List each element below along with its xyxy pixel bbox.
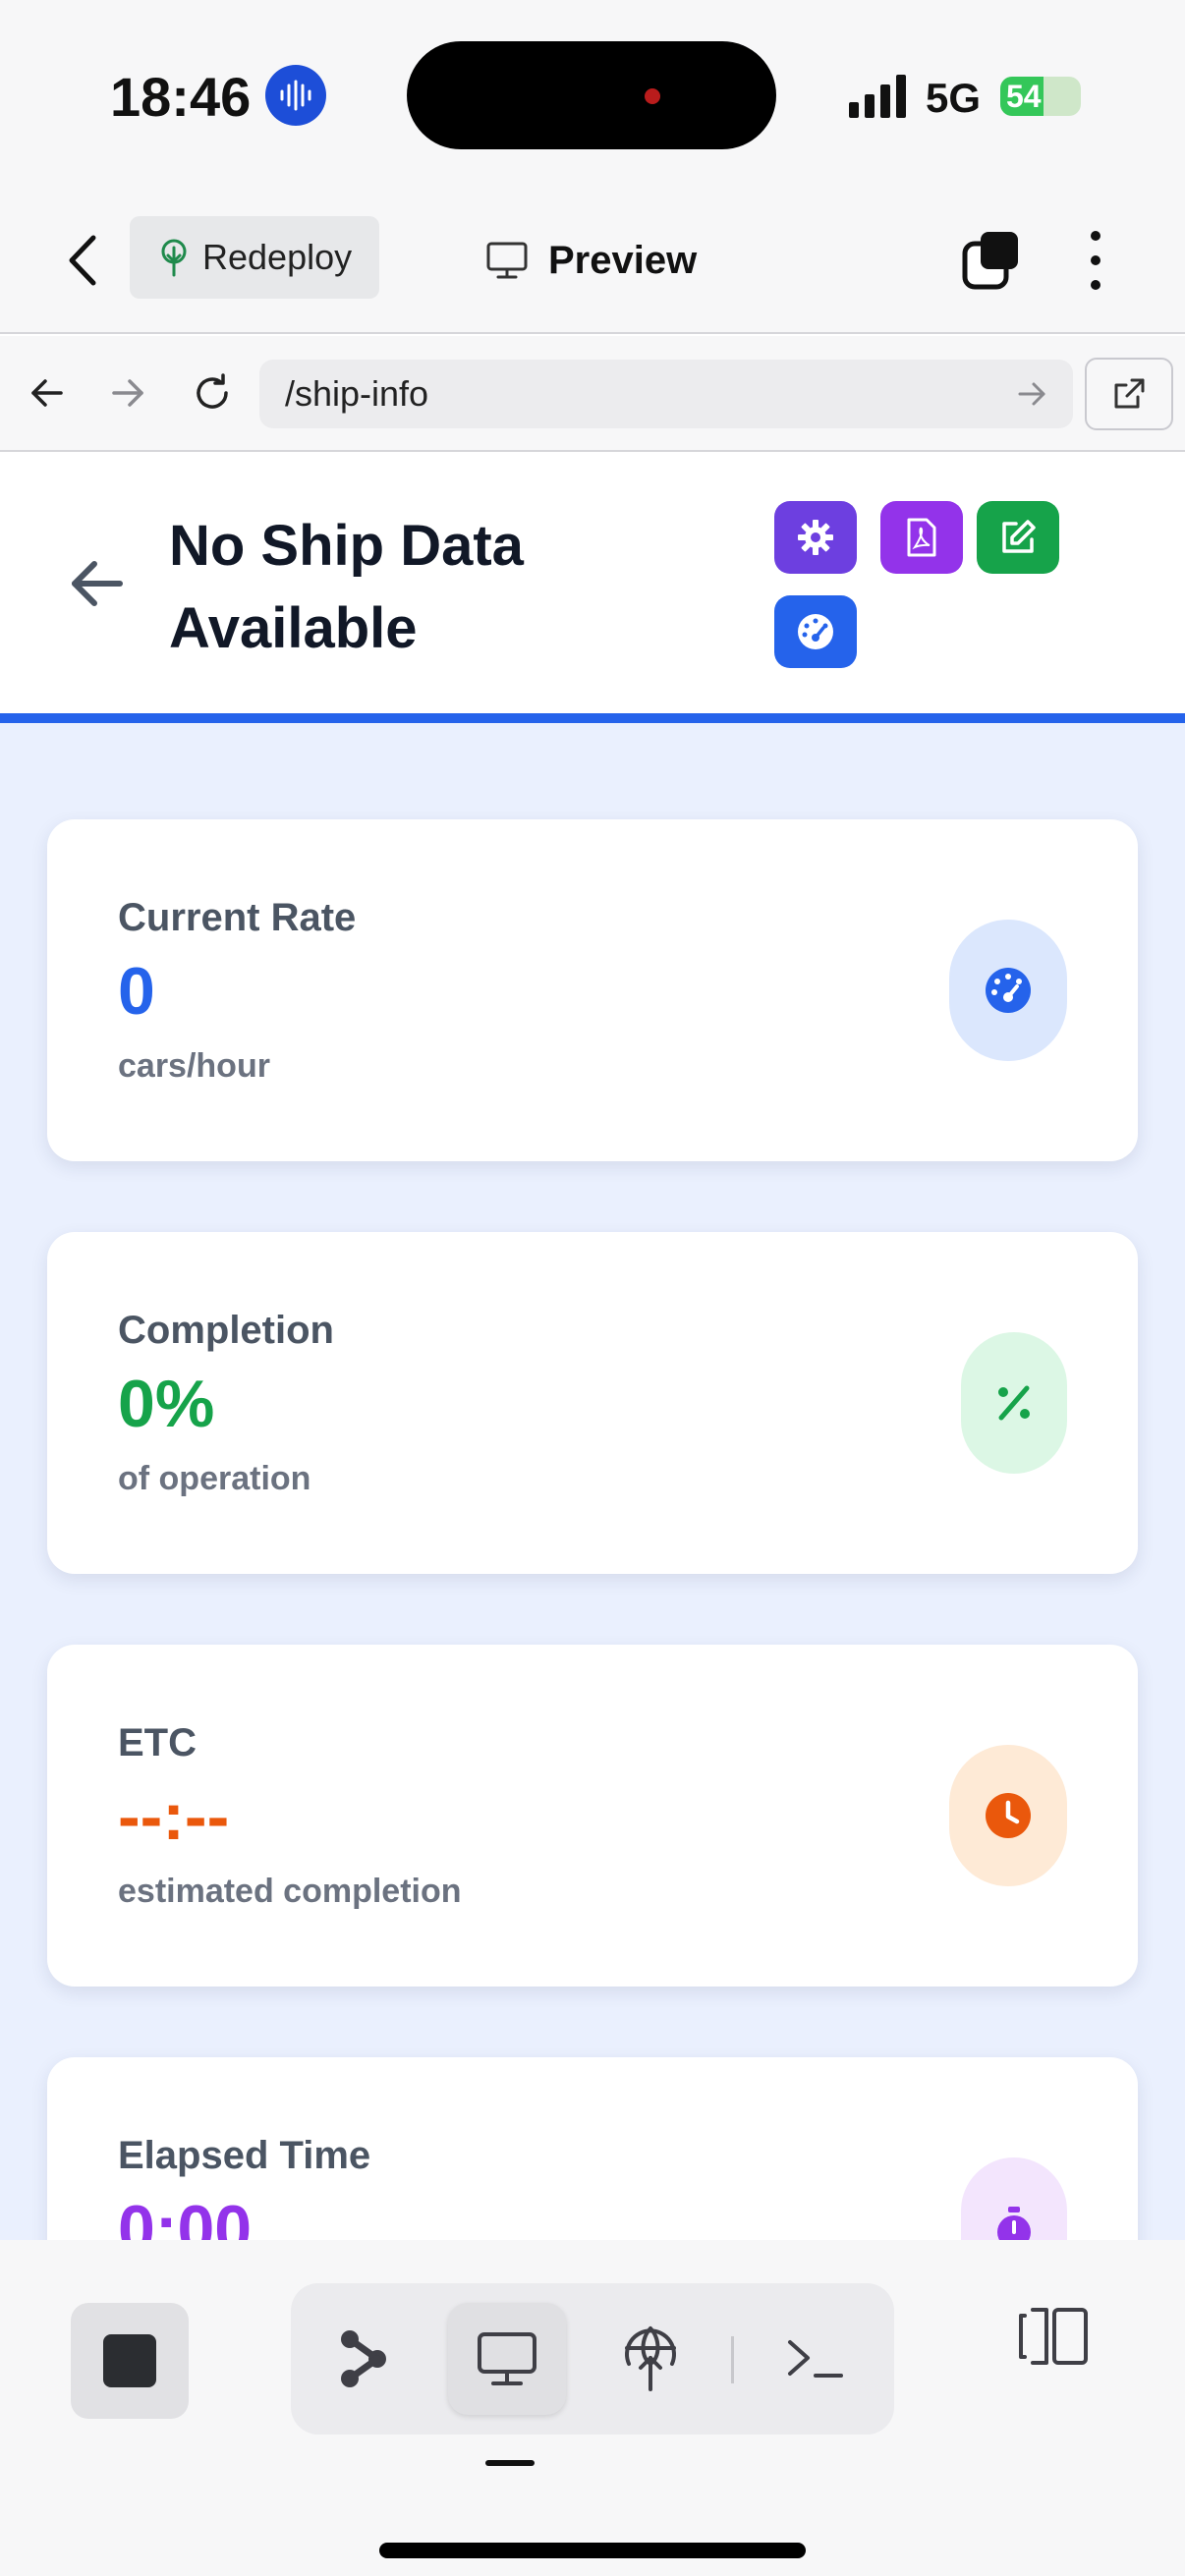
open-external-button[interactable] xyxy=(1085,358,1173,430)
reload-icon[interactable] xyxy=(185,365,240,420)
split-view-icon xyxy=(1019,2308,1088,2365)
card-icon-badge xyxy=(949,1745,1067,1886)
card-subtext: of operation xyxy=(118,1460,311,1497)
home-indicator[interactable] xyxy=(379,2543,806,2558)
signal-icon xyxy=(849,75,906,118)
stop-icon xyxy=(103,2334,156,2387)
status-bar: 18:46 5G 54 xyxy=(0,0,1185,187)
card-icon-badge xyxy=(949,920,1067,1061)
active-indicator xyxy=(485,2460,535,2466)
dashboard-button[interactable] xyxy=(774,595,857,668)
url-bar[interactable]: /ship-info xyxy=(259,360,1073,428)
elapsed-time-card: Elapsed Time 0:00 xyxy=(47,2057,1138,2240)
card-value: --:-- xyxy=(118,1779,230,1854)
browser-forward-icon[interactable] xyxy=(100,365,155,420)
preview-label: Preview xyxy=(548,238,698,282)
current-rate-card: Current Rate 0 cars/hour xyxy=(47,819,1138,1161)
header-accent-bar xyxy=(0,713,1185,723)
card-icon-badge xyxy=(961,2157,1067,2240)
segment-divider xyxy=(731,2336,734,2383)
preview-tab[interactable]: Preview xyxy=(485,226,697,295)
view-switcher xyxy=(291,2283,894,2435)
page-header: No Ship Data Available xyxy=(0,454,1185,713)
go-arrow-icon[interactable] xyxy=(1014,375,1051,413)
gear-icon xyxy=(798,520,833,555)
battery-icon: 54 xyxy=(1000,77,1081,116)
voice-activity-icon xyxy=(265,65,326,126)
branch-icon xyxy=(341,2330,386,2387)
redeploy-button[interactable]: Redeploy xyxy=(130,216,379,299)
card-subtext: cars/hour xyxy=(118,1047,270,1085)
shell-button[interactable] xyxy=(757,2303,875,2415)
url-text: /ship-info xyxy=(285,373,429,414)
monitor-icon xyxy=(478,2332,536,2385)
gauge-icon xyxy=(986,968,1031,1013)
pdf-icon xyxy=(907,518,936,557)
tabs-icon[interactable] xyxy=(961,230,1022,291)
browser-back-icon[interactable] xyxy=(20,365,75,420)
card-label: Elapsed Time xyxy=(118,2134,371,2177)
edit-icon xyxy=(1002,520,1036,553)
etc-card: ETC --:-- estimated completion xyxy=(47,1645,1138,1987)
card-label: Completion xyxy=(118,1309,334,1352)
card-label: ETC xyxy=(118,1721,197,1764)
settings-button[interactable] xyxy=(774,501,857,574)
arrow-left-icon[interactable] xyxy=(65,552,128,615)
card-subtext: estimated completion xyxy=(118,1873,462,1910)
card-value: 0 xyxy=(118,954,155,1029)
stats-panel: Current Rate 0 cars/hour Completion 0% o… xyxy=(0,723,1185,2240)
status-time: 18:46 xyxy=(110,66,252,128)
chevron-left-icon[interactable] xyxy=(61,226,104,295)
dashboard-icon xyxy=(798,614,833,649)
deploy-icon xyxy=(625,2326,676,2391)
clock-icon xyxy=(986,1793,1031,1838)
monitor-icon xyxy=(486,242,528,279)
bottom-toolbar xyxy=(0,2240,1185,2576)
split-view-button[interactable] xyxy=(1012,2295,1095,2378)
card-value: 0% xyxy=(118,1367,215,1441)
preview-view-button[interactable] xyxy=(448,2303,566,2415)
network-type: 5G xyxy=(926,75,982,121)
page-title: No Ship Data Available xyxy=(169,514,524,660)
dynamic-island xyxy=(407,41,776,149)
tree-icon xyxy=(161,239,187,277)
camera-indicator xyxy=(645,88,660,104)
app-screen: 18:46 5G 54 Redeploy Preview /ship-info … xyxy=(0,0,1185,2576)
card-icon-badge xyxy=(961,1332,1067,1474)
terminal-icon xyxy=(788,2340,843,2378)
completion-card: Completion 0% of operation xyxy=(47,1232,1138,1574)
app-header: Redeploy Preview xyxy=(0,187,1185,334)
percent-icon xyxy=(998,1385,1030,1421)
edit-button[interactable] xyxy=(977,501,1059,574)
battery-percent: 54 xyxy=(1006,79,1042,114)
external-link-icon xyxy=(1114,378,1145,409)
more-options-icon[interactable] xyxy=(1081,226,1110,295)
card-value: 0:00 xyxy=(118,2192,253,2240)
stopwatch-icon xyxy=(997,2207,1031,2240)
redeploy-label: Redeploy xyxy=(202,237,353,277)
agent-button[interactable] xyxy=(305,2303,423,2415)
browser-bar: /ship-info xyxy=(0,336,1185,452)
card-label: Current Rate xyxy=(118,896,357,939)
deploy-button[interactable] xyxy=(592,2303,709,2415)
export-pdf-button[interactable] xyxy=(880,501,963,574)
stop-button[interactable] xyxy=(71,2303,189,2419)
